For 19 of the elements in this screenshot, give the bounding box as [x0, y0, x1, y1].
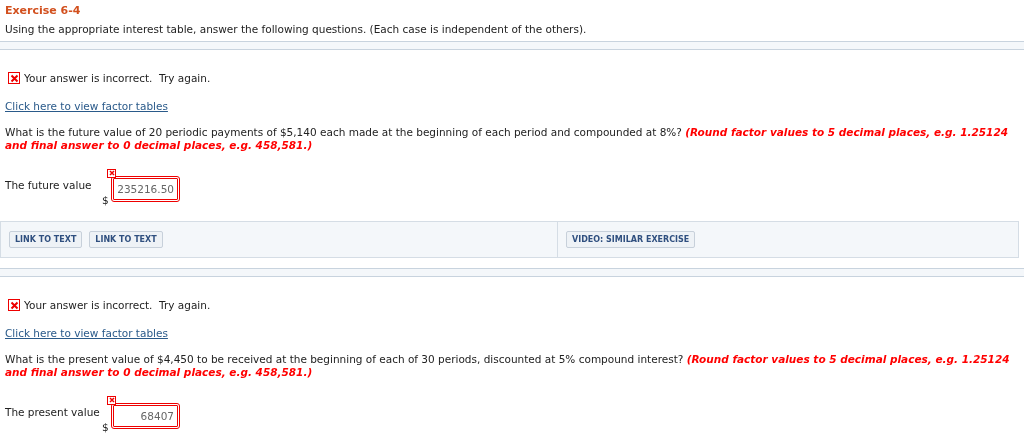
error-icon	[107, 395, 116, 405]
answer-field[interactable]: 68407	[111, 402, 180, 429]
question-text: What is the present value of $4,450 to be received at the beginning of each of 30 periods, discounted at 5% compound interest? (Round factor values to 5 decimal places, e.g. 1.25124 and final answer to 0 decimal places, e.g. 458,581.)	[5, 353, 1011, 379]
feedback-text: Your answer is incorrect. Try again.	[24, 299, 211, 311]
currency-sign: $	[102, 420, 109, 433]
question-text: What is the future value of 20 periodic payments of $5,140 each made at the beginning of each period and compounded at 8%? (Round factor values to 5 decimal places, e.g. 1.25124 and final answer to 0 decimal places, e.g. 458,581.)	[5, 126, 1010, 152]
video-button[interactable]: VIDEO: SIMILAR EXERCISE	[566, 231, 696, 248]
link-to-text-button[interactable]: LINK TO TEXT	[9, 231, 83, 248]
factor-tables-link[interactable]: Click here to view factor tables	[5, 100, 168, 112]
factor-tables-link[interactable]: Click here to view factor tables	[5, 327, 168, 339]
feedback-text: Your answer is incorrect. Try again.	[24, 72, 211, 84]
error-icon	[107, 168, 116, 178]
answer-label: The present value	[5, 406, 101, 418]
link-to-text-button[interactable]: LINK TO TEXT	[89, 231, 163, 248]
answer-field[interactable]: 235216.50	[111, 175, 180, 202]
exercise-title: Exercise 6-4	[5, 4, 82, 17]
instructions-text: Using the appropriate interest table, answer the following questions. (Each case is independent of the others).	[5, 23, 588, 35]
currency-sign: $	[102, 193, 109, 206]
answer-label: The future value	[5, 179, 93, 191]
